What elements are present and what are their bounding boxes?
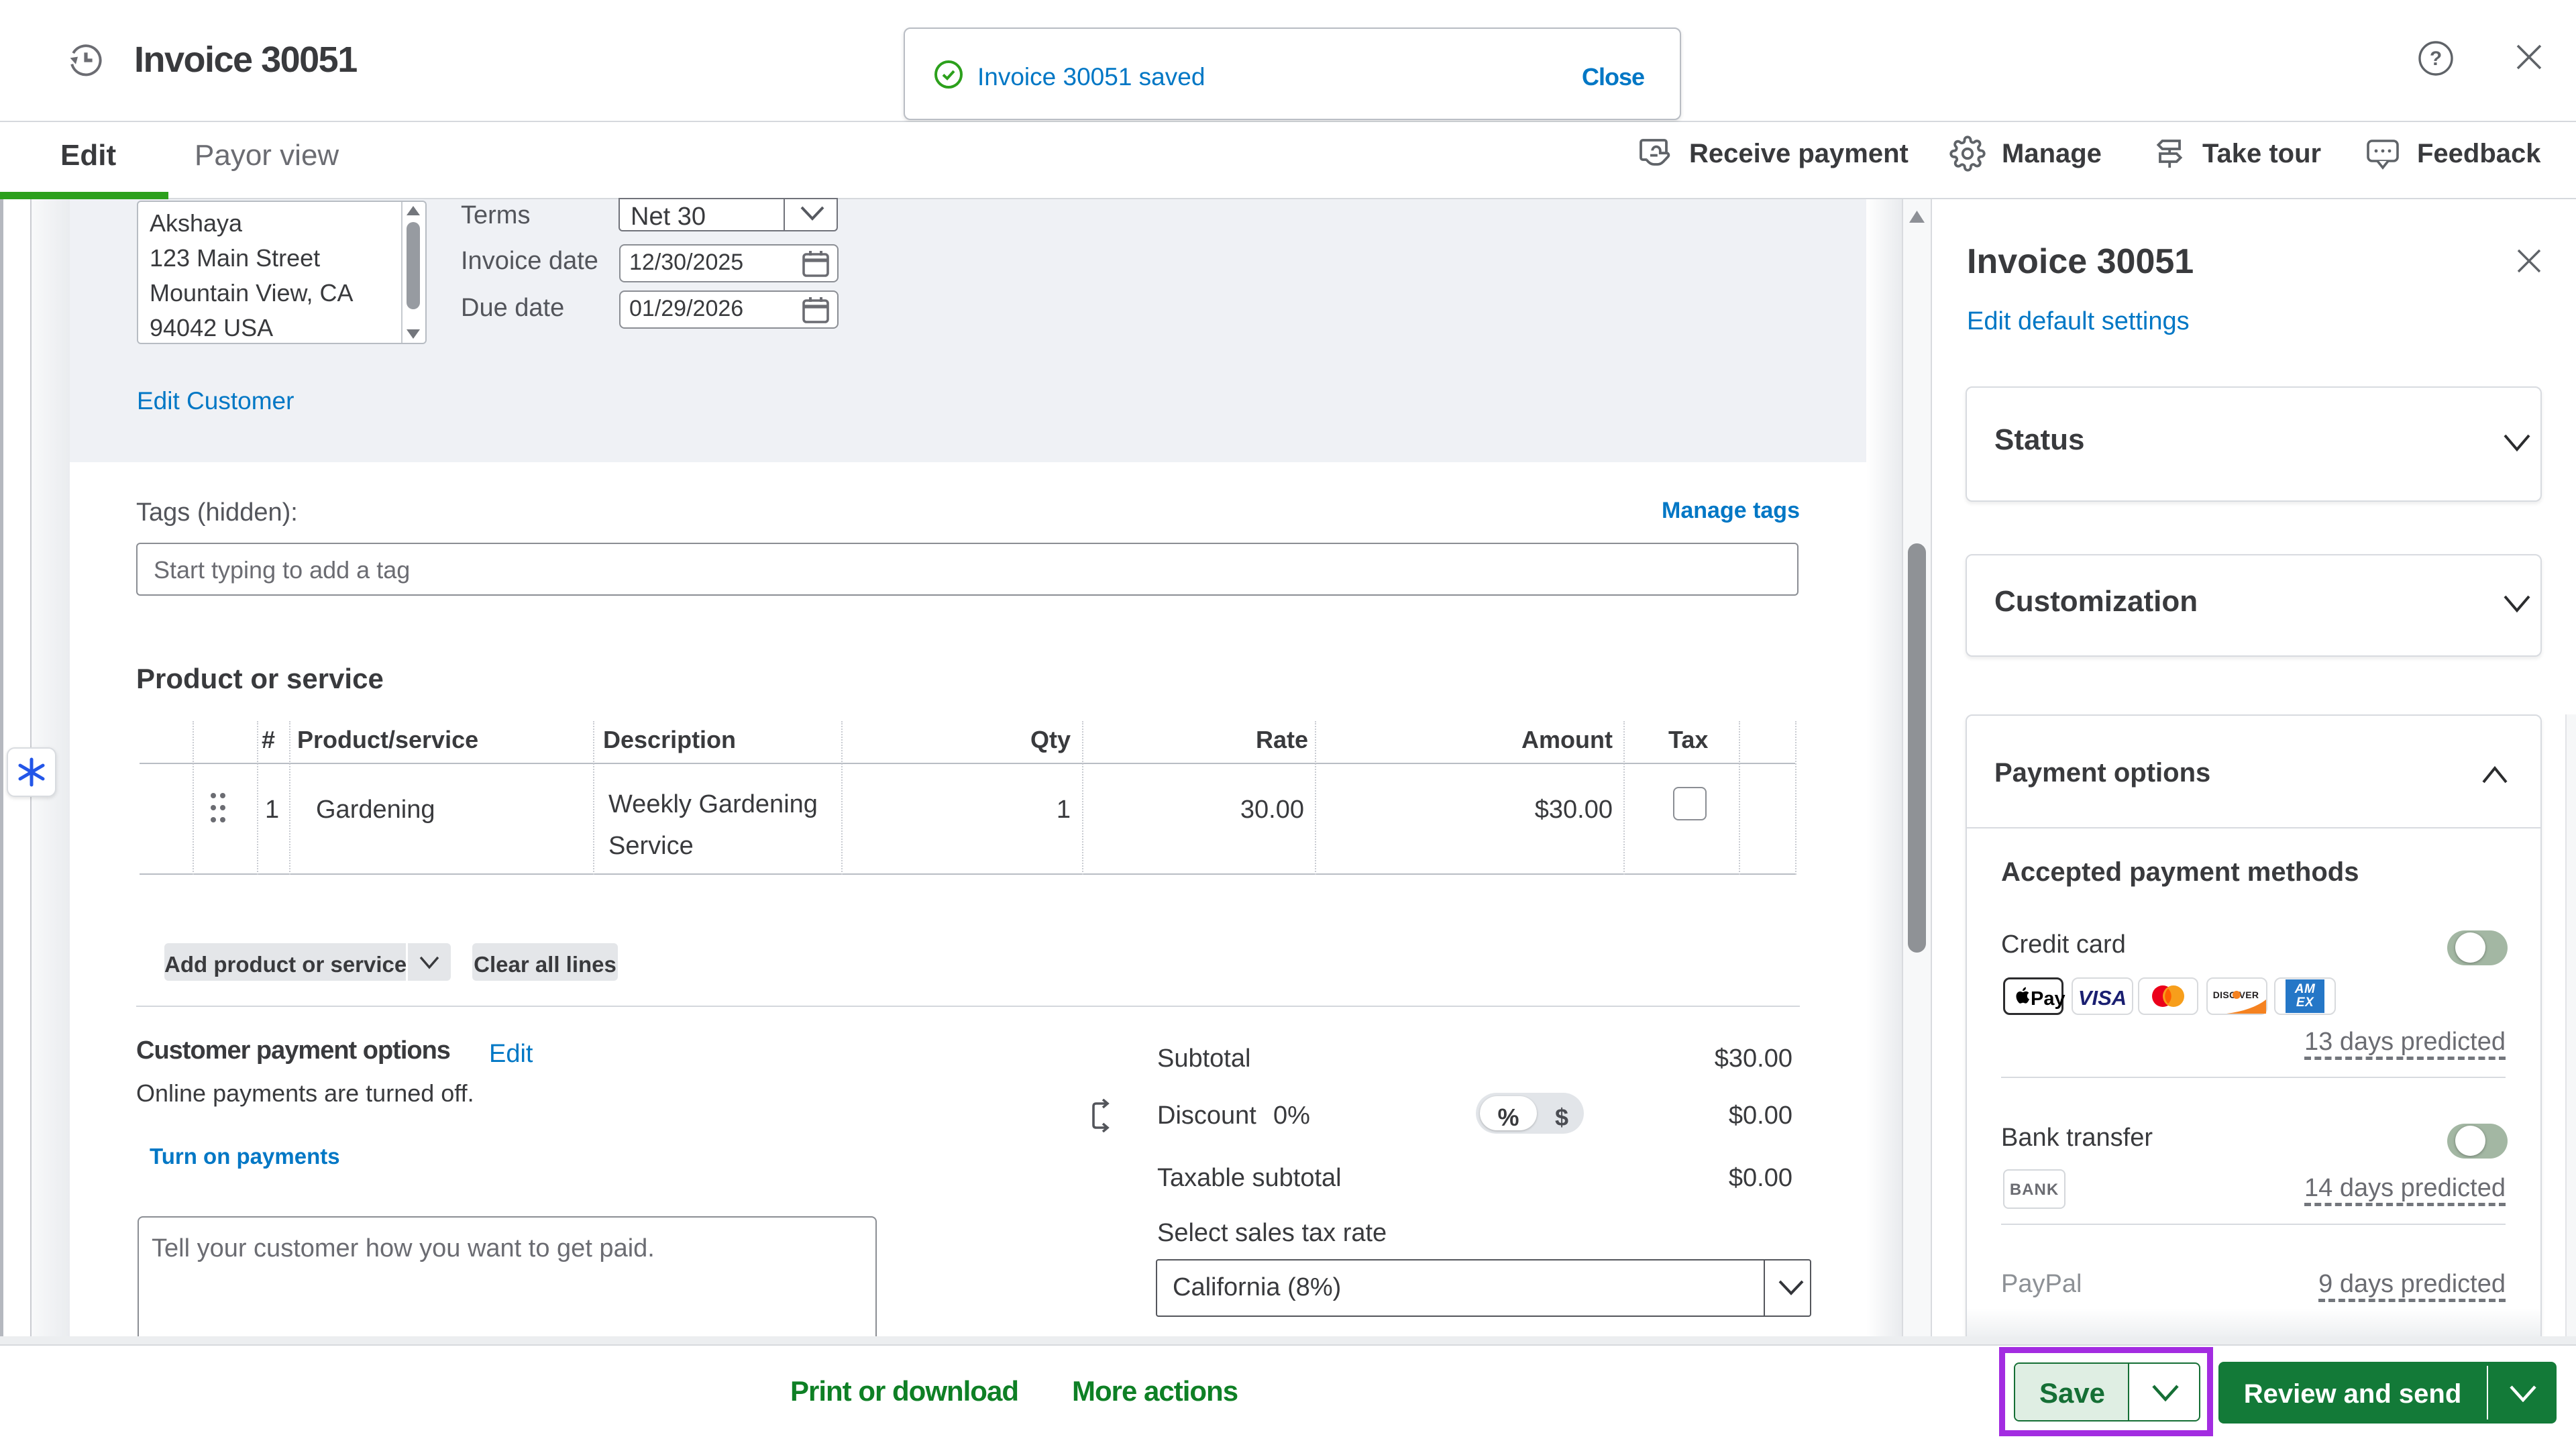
- svg-text:?: ?: [2430, 48, 2442, 70]
